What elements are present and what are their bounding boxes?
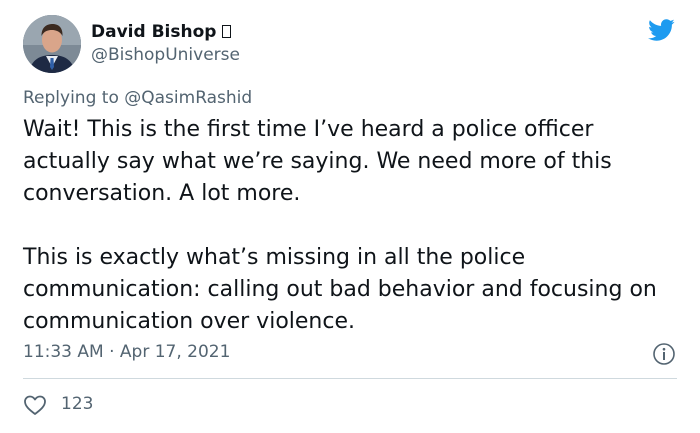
like-count: 123 [61,394,94,414]
replying-to-label: Replying to [23,88,125,108]
reply-mention-link[interactable]: @QasimRashid [124,88,252,108]
tweet-timestamp[interactable]: 11:33 AM · Apr 17, 2021 [23,342,230,362]
author-name-text[interactable]: David Bishop [91,22,216,42]
info-icon[interactable] [652,342,676,366]
twitter-bird-icon[interactable] [645,16,677,44]
tweet-paragraph: Wait! This is the first time I’ve heard … [23,117,612,206]
author-name[interactable]: David Bishop [91,22,232,42]
missing-glyph-icon [222,25,232,38]
tweet-paragraph: This is exactly what’s missing in all th… [23,245,657,334]
replying-to-line: Replying to @QasimRashid [23,88,252,108]
divider [23,378,677,379]
heart-icon[interactable] [23,394,47,416]
tweet-text: Wait! This is the first time I’ve heard … [23,114,683,338]
author-handle[interactable]: @BishopUniverse [91,45,240,65]
avatar[interactable] [23,15,81,73]
